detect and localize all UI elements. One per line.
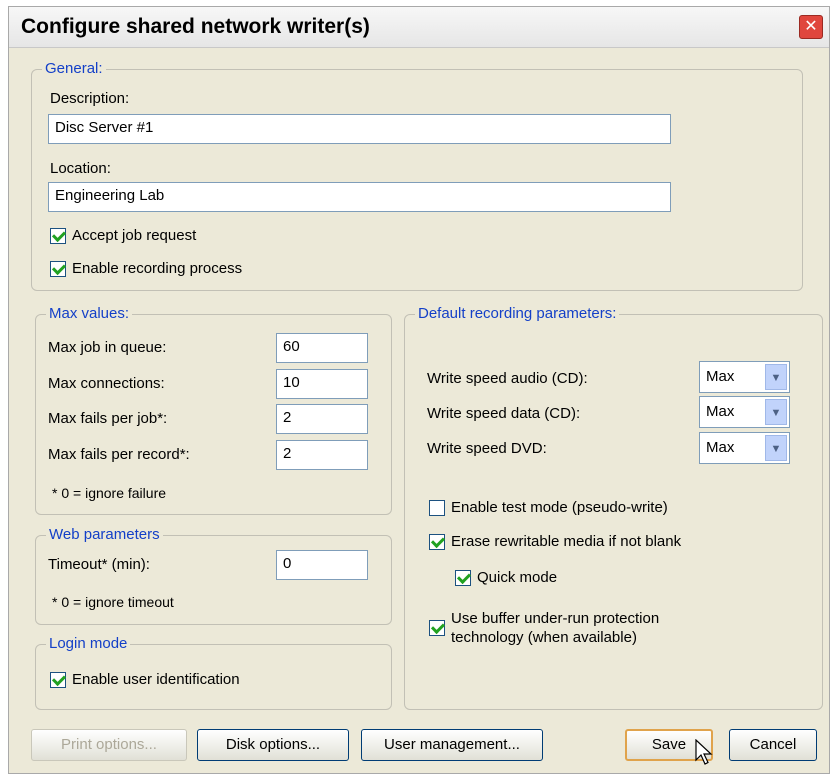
chevron-down-icon[interactable]: ▼ [765,364,787,390]
user-identification-label: Enable user identification [72,671,240,688]
window-title: Configure shared network writer(s) [21,15,370,38]
max-job-queue-label: Max job in queue: [48,339,167,356]
speed-audio-label: Write speed audio (CD): [427,370,588,387]
erase-media-label: Erase rewritable media if not blank [451,533,682,550]
accept-job-checkbox[interactable]: Accept job request [50,227,196,244]
checkbox-checked-icon [429,620,445,636]
timeout-field[interactable]: 0 [276,550,368,580]
user-identification-checkbox[interactable]: Enable user identification [50,671,240,688]
description-label: Description: [50,90,130,107]
checkbox-checked-icon [50,260,66,277]
max-values-legend: Max values: [46,305,133,322]
mouse-cursor-icon [695,739,713,765]
speed-dvd-label: Write speed DVD: [427,440,547,457]
location-label: Location: [50,160,111,177]
speed-audio-select[interactable]: Max ▼ [699,361,790,393]
cancel-button[interactable]: Cancel [729,729,817,761]
quick-mode-label: Quick mode [477,569,558,586]
chevron-down-icon[interactable]: ▼ [765,399,787,425]
general-group: General: Description: Disc Server #1 Loc… [31,60,803,291]
speed-audio-value: Max [706,368,735,385]
recording-params-legend: Default recording parameters: [415,305,620,322]
general-legend: General: [42,60,106,77]
checkbox-checked-icon [429,533,445,550]
checkbox-checked-icon [50,671,66,688]
quick-mode-checkbox[interactable]: Quick mode [455,569,557,586]
max-fails-job-field[interactable]: 2 [276,404,368,434]
login-mode-legend: Login mode [46,635,131,652]
description-field[interactable]: Disc Server #1 [48,114,671,144]
disk-options-button[interactable]: Disk options... [197,729,349,761]
timeout-note: * 0 = ignore timeout [52,594,174,610]
max-values-group: Max values: Max job in queue: 60 Max con… [35,305,392,515]
buffer-protection-checkbox[interactable]: Use buffer under-run protection technolo… [429,609,659,647]
speed-dvd-select[interactable]: Max ▼ [699,432,790,464]
web-params-group: Web parameters Timeout* (min): 0 * 0 = i… [35,526,392,625]
accept-job-label: Accept job request [72,227,197,244]
test-mode-checkbox[interactable]: Enable test mode (pseudo-write) [429,499,668,516]
buffer-label-line1: Use buffer under-run protection [451,610,660,627]
checkbox-unchecked-icon [429,499,445,516]
user-management-button[interactable]: User management... [361,729,543,761]
speed-data-value: Max [706,403,735,420]
buffer-label-line2: technology (when available) [451,629,637,646]
recording-params-group: Default recording parameters: Write spee… [404,305,823,710]
max-fails-record-field[interactable]: 2 [276,440,368,470]
checkbox-checked-icon [50,227,66,244]
buffer-protection-label: Use buffer under-run protection technolo… [451,609,659,647]
test-mode-label: Enable test mode (pseudo-write) [451,499,668,516]
location-field[interactable]: Engineering Lab [48,182,671,212]
checkbox-checked-icon [455,569,471,586]
timeout-label: Timeout* (min): [48,556,150,573]
max-connections-label: Max connections: [48,375,165,392]
title-bar[interactable]: Configure shared network writer(s) ✕ [9,7,829,48]
max-job-queue-field[interactable]: 60 [276,333,368,363]
print-options-button[interactable]: Print options... [31,729,187,761]
max-fails-record-label: Max fails per record*: [48,446,190,463]
speed-dvd-value: Max [706,439,735,456]
enable-recording-checkbox[interactable]: Enable recording process [50,260,242,277]
login-mode-group: Login mode Enable user identification [35,635,392,710]
erase-media-checkbox[interactable]: Erase rewritable media if not blank [429,533,681,550]
speed-data-select[interactable]: Max ▼ [699,396,790,428]
speed-data-label: Write speed data (CD): [427,405,581,422]
chevron-down-icon[interactable]: ▼ [765,435,787,461]
max-fails-job-label: Max fails per job*: [48,410,168,427]
max-connections-field[interactable]: 10 [276,369,368,399]
enable-recording-label: Enable recording process [72,260,243,277]
dialog-window: Configure shared network writer(s) ✕ Gen… [8,6,830,774]
close-icon[interactable]: ✕ [799,15,823,39]
failure-note: * 0 = ignore failure [52,485,167,501]
web-params-legend: Web parameters [46,526,163,543]
